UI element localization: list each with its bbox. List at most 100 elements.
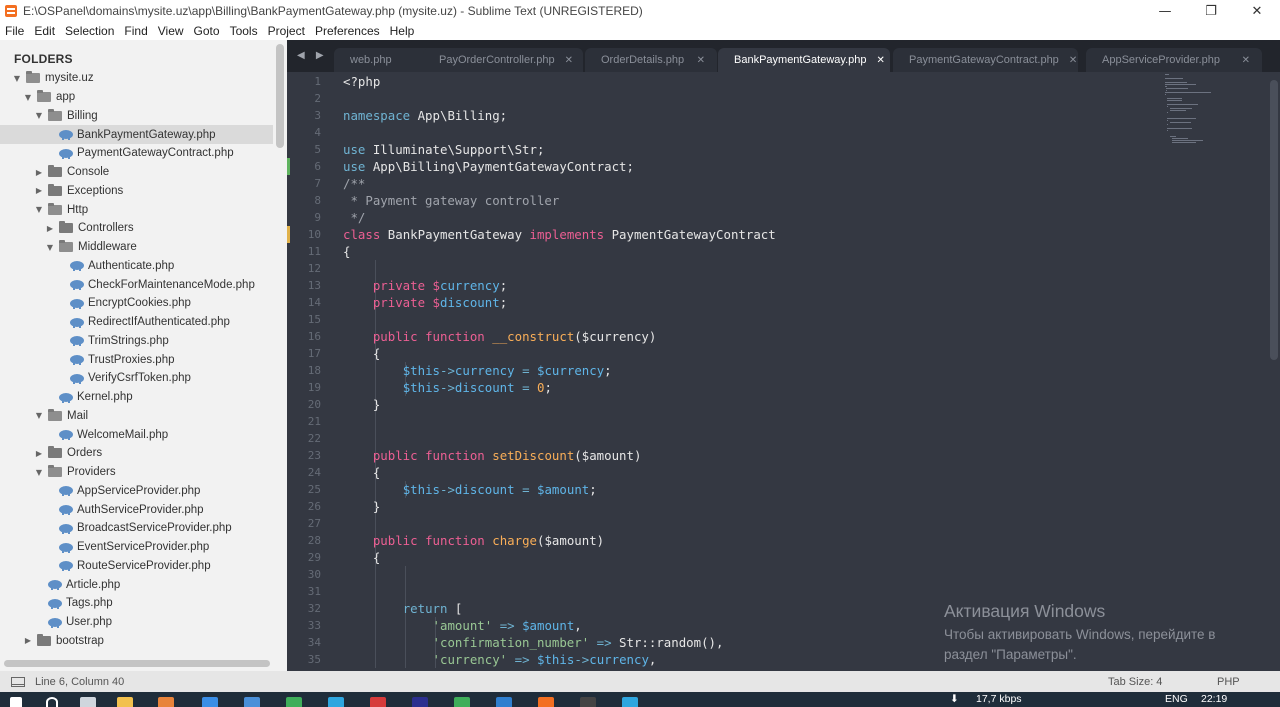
terminal-icon[interactable] bbox=[580, 697, 596, 707]
caret-right-icon[interactable]: ▶ bbox=[34, 168, 44, 177]
tree-folder[interactable]: ▼ mysite.uz bbox=[0, 69, 273, 88]
tree-file[interactable]: PaymentGatewayContract.php bbox=[0, 144, 273, 163]
tab-close-icon[interactable]: ✕ bbox=[1242, 55, 1250, 66]
minimize-button[interactable]: — bbox=[1142, 0, 1188, 22]
tree-folder[interactable]: ▼ app bbox=[0, 88, 273, 107]
minimap[interactable] bbox=[1165, 72, 1225, 152]
taskbar-app-icon[interactable] bbox=[244, 697, 260, 707]
tree-file[interactable]: WelcomeMail.php bbox=[0, 425, 273, 444]
panel-toggle-icon[interactable] bbox=[11, 676, 25, 687]
restore-button[interactable]: ❐ bbox=[1188, 0, 1234, 22]
syntax-indicator[interactable]: PHP bbox=[1217, 671, 1240, 692]
code-line[interactable]: private $discount; bbox=[343, 294, 507, 311]
menu-file[interactable]: File bbox=[5, 24, 24, 38]
file-explorer-icon[interactable] bbox=[117, 697, 133, 707]
tree-folder[interactable]: ▶ Orders bbox=[0, 444, 273, 463]
caret-down-icon[interactable]: ▼ bbox=[23, 93, 33, 102]
tree-file[interactable]: AuthServiceProvider.php bbox=[0, 500, 273, 519]
caret-right-icon[interactable]: ▶ bbox=[34, 186, 44, 195]
code-editor[interactable]: 1 2 3 4 5 6 7 8 9 10 11 12 13 14 15 16 17 18 19 20 21 22 23 24 2… bbox=[287, 72, 1280, 671]
tree-file[interactable]: Tags.php bbox=[0, 594, 273, 613]
tab-scroll-arrows[interactable]: ◀ ▶ bbox=[297, 50, 328, 61]
vscode-icon[interactable] bbox=[496, 697, 512, 707]
opera-icon[interactable] bbox=[370, 697, 386, 707]
caret-down-icon[interactable]: ▼ bbox=[34, 111, 44, 120]
tree-file[interactable]: VerifyCsrfToken.php bbox=[0, 369, 273, 388]
tree-file[interactable]: BroadcastServiceProvider.php bbox=[0, 519, 273, 538]
input-language[interactable]: ENG bbox=[1165, 693, 1188, 705]
tree-file[interactable]: TrustProxies.php bbox=[0, 350, 273, 369]
code-line[interactable]: * Payment gateway controller bbox=[343, 192, 559, 209]
tree-file[interactable]: EncryptCookies.php bbox=[0, 294, 273, 313]
tree-file[interactable]: RedirectIfAuthenticated.php bbox=[0, 313, 273, 332]
caret-down-icon[interactable]: ▼ bbox=[45, 243, 55, 252]
tab-close-icon[interactable]: ✕ bbox=[697, 55, 705, 66]
code-line[interactable]: $this->currency = $currency; bbox=[343, 362, 612, 379]
close-button[interactable]: ✕ bbox=[1234, 0, 1280, 22]
tree-file[interactable]: TrimStrings.php bbox=[0, 332, 273, 351]
taskbar-app-icon[interactable] bbox=[202, 697, 218, 707]
task-view-icon[interactable] bbox=[80, 697, 96, 707]
sublime-taskbar-icon[interactable] bbox=[538, 697, 554, 707]
code-line[interactable]: 'currency' => $this->currency, bbox=[343, 651, 657, 668]
tree-folder[interactable]: ▼ Providers bbox=[0, 463, 273, 482]
code-line[interactable]: $this->discount = $amount; bbox=[343, 481, 597, 498]
photoshop-icon[interactable] bbox=[412, 697, 428, 707]
tree-folder[interactable]: ▶ bootstrap bbox=[0, 632, 273, 651]
code-line[interactable]: public function charge($amount) bbox=[343, 532, 604, 549]
menu-edit[interactable]: Edit bbox=[34, 24, 55, 38]
tab-size-indicator[interactable]: Tab Size: 4 bbox=[1108, 671, 1162, 692]
search-icon[interactable] bbox=[46, 697, 58, 707]
caret-down-icon[interactable]: ▼ bbox=[12, 74, 22, 83]
taskbar-app-icon[interactable] bbox=[454, 697, 470, 707]
clock[interactable]: 22:19 bbox=[1201, 693, 1227, 705]
caret-right-icon[interactable]: ▶ bbox=[34, 449, 44, 458]
menu-help[interactable]: Help bbox=[390, 24, 415, 38]
tree-folder[interactable]: ▼ Http bbox=[0, 200, 273, 219]
tree-folder[interactable]: ▶ Console bbox=[0, 163, 273, 182]
code-line[interactable]: <?php bbox=[343, 73, 380, 90]
tree-file[interactable]: CheckForMaintenanceMode.php bbox=[0, 275, 273, 294]
code-line[interactable]: 'confirmation_number' => Str::random(), bbox=[343, 634, 724, 651]
tree-folder[interactable]: ▶ Exceptions bbox=[0, 182, 273, 201]
code-line[interactable]: use Illuminate\Support\Str; bbox=[343, 141, 544, 158]
menu-preferences[interactable]: Preferences bbox=[315, 24, 380, 38]
code-line[interactable]: { bbox=[343, 464, 380, 481]
code-line[interactable]: $this->discount = 0; bbox=[343, 379, 552, 396]
code-line[interactable]: } bbox=[343, 498, 380, 515]
tree-file[interactable]: User.php bbox=[0, 613, 273, 632]
tab-close-icon[interactable]: ✕ bbox=[565, 55, 573, 66]
code-line[interactable]: { bbox=[343, 243, 350, 260]
code-line[interactable]: { bbox=[343, 549, 380, 566]
windows-start-icon[interactable] bbox=[10, 697, 22, 707]
code-line[interactable]: private $currency; bbox=[343, 277, 507, 294]
taskbar-app-icon[interactable] bbox=[158, 697, 174, 707]
code-line[interactable]: } bbox=[343, 396, 380, 413]
code-line[interactable]: /** bbox=[343, 175, 365, 192]
tab-appserviceprovider-php[interactable]: AppServiceProvider.php ✕ bbox=[1086, 48, 1262, 72]
tree-file[interactable]: RouteServiceProvider.php bbox=[0, 557, 273, 576]
code-line[interactable]: { bbox=[343, 345, 380, 362]
caret-right-icon[interactable]: ▶ bbox=[45, 224, 55, 233]
tree-file[interactable]: Article.php bbox=[0, 575, 273, 594]
telegram-icon[interactable] bbox=[328, 697, 344, 707]
caret-right-icon[interactable]: ▶ bbox=[23, 636, 33, 645]
menu-tools[interactable]: Tools bbox=[230, 24, 258, 38]
code-line[interactable]: public function __construct($currency) bbox=[343, 328, 657, 345]
tab-payordercontroller-php[interactable]: PayOrderController.php ✕ bbox=[423, 48, 583, 72]
code-line[interactable]: class BankPaymentGateway implements Paym… bbox=[343, 226, 776, 243]
tree-folder[interactable]: ▶ Controllers bbox=[0, 219, 273, 238]
caret-down-icon[interactable]: ▼ bbox=[34, 468, 44, 477]
tab-paymentgatewaycontract-php[interactable]: PaymentGatewayContract.php ✕ bbox=[893, 48, 1078, 72]
menu-project[interactable]: Project bbox=[268, 24, 305, 38]
code-line[interactable]: */ bbox=[343, 209, 365, 226]
menu-goto[interactable]: Goto bbox=[194, 24, 220, 38]
menu-find[interactable]: Find bbox=[124, 24, 147, 38]
tree-folder[interactable]: ▼ Billing bbox=[0, 107, 273, 126]
tree-folder[interactable]: ▼ Mail bbox=[0, 407, 273, 426]
code-line[interactable]: return [ bbox=[343, 600, 463, 617]
caret-down-icon[interactable]: ▼ bbox=[34, 411, 44, 420]
code-line[interactable]: use App\Billing\PaymentGatewayContract; bbox=[343, 158, 634, 175]
code-line[interactable]: namespace App\Billing; bbox=[343, 107, 507, 124]
telegram-icon[interactable] bbox=[622, 697, 638, 707]
